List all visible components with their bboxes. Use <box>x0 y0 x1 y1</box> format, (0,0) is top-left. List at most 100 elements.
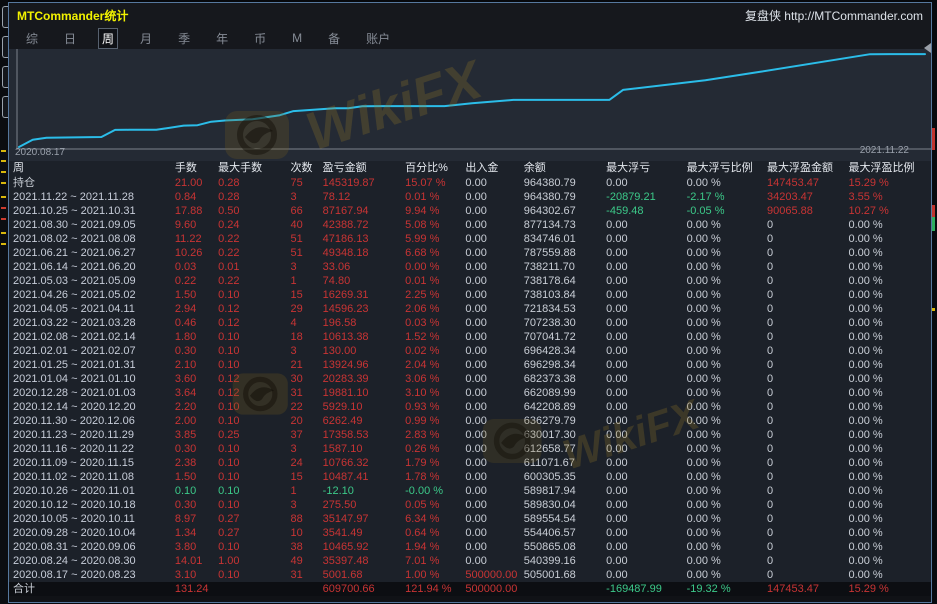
column-header[interactable]: 最大浮盈金额 <box>765 161 846 176</box>
menu-item-月[interactable]: 月 <box>137 29 155 48</box>
background-left-strip <box>0 0 8 604</box>
table-cell: 2021.08.02 ~ 2021.08.08 <box>9 232 173 246</box>
table-cell: 2.20 <box>173 400 216 414</box>
menu-item-综[interactable]: 综 <box>23 29 41 48</box>
table-cell: 0 <box>765 218 846 232</box>
table-cell: 0.00 <box>604 484 684 498</box>
column-header[interactable]: 周 <box>9 161 173 176</box>
table-row[interactable]: 2020.11.09 ~ 2020.11.152.380.102410766.3… <box>9 456 931 470</box>
table-row[interactable]: 2020.10.12 ~ 2020.10.180.300.103275.500.… <box>9 498 931 512</box>
chart-end-date: 2021.11.22 <box>860 145 909 156</box>
menu-item-备[interactable]: 备 <box>325 29 343 48</box>
table-cell: 0.00 % <box>846 540 931 554</box>
table-row[interactable]: 2021.02.08 ~ 2021.02.141.800.101810613.3… <box>9 330 931 344</box>
column-header[interactable]: 最大手数 <box>216 161 288 176</box>
column-header[interactable]: 盈亏金额 <box>321 161 403 176</box>
table-row[interactable]: 2021.01.04 ~ 2021.01.103.600.123020283.3… <box>9 372 931 386</box>
table-cell: 0.00 % <box>846 260 931 274</box>
table-cell: 964380.79 <box>522 190 604 204</box>
menu-item-周[interactable]: 周 <box>99 29 117 48</box>
table-cell: 1.78 % <box>403 470 463 484</box>
table-row[interactable]: 2020.11.02 ~ 2020.11.081.500.101510487.4… <box>9 470 931 484</box>
table-cell: 0.00 <box>604 288 684 302</box>
table-cell: 611071.67 <box>522 456 604 470</box>
table-row[interactable]: 2020.08.24 ~ 2020.08.3014.011.004935397.… <box>9 554 931 568</box>
table-row[interactable]: 2020.12.14 ~ 2020.12.202.200.10225929.10… <box>9 400 931 414</box>
table-cell: 0.00 % <box>846 428 931 442</box>
table-row[interactable]: 2021.11.22 ~ 2021.11.280.840.28378.120.0… <box>9 190 931 204</box>
table-cell: 0.00 <box>604 246 684 260</box>
table-row[interactable]: 2020.10.26 ~ 2020.11.010.100.101-12.10-0… <box>9 484 931 498</box>
table-cell: 550865.08 <box>522 540 604 554</box>
column-header[interactable]: 最大浮盈比例 <box>846 161 931 176</box>
table-cell: 0 <box>765 316 846 330</box>
menu-item-账户[interactable]: 账户 <box>363 29 393 48</box>
column-header[interactable]: 出入金 <box>463 161 521 176</box>
menu-item-币[interactable]: 币 <box>251 29 269 48</box>
table-cell: 3 <box>289 260 321 274</box>
table-cell: 0.00 <box>604 358 684 372</box>
table-cell: 0.00 % <box>846 302 931 316</box>
menu-item-年[interactable]: 年 <box>213 29 231 48</box>
table-row[interactable]: 2021.08.30 ~ 2021.09.059.600.244042388.7… <box>9 218 931 232</box>
table-row[interactable]: 2020.12.28 ~ 2021.01.033.640.123119881.1… <box>9 386 931 400</box>
table-cell: 0.00 % <box>685 540 765 554</box>
table-cell: 662089.99 <box>522 386 604 400</box>
table-row[interactable]: 2021.04.05 ~ 2021.04.112.940.122914596.2… <box>9 302 931 316</box>
table-cell: 500000.00 <box>463 582 521 596</box>
table-cell: 0 <box>765 554 846 568</box>
table-cell: 0.00 <box>604 428 684 442</box>
column-header[interactable]: 最大浮亏 <box>604 161 684 176</box>
scroll-arrow-icon[interactable] <box>924 43 931 53</box>
table-row[interactable]: 2020.09.28 ~ 2020.10.041.340.27103541.49… <box>9 526 931 540</box>
table-row[interactable]: 2021.02.01 ~ 2021.02.070.300.103130.000.… <box>9 344 931 358</box>
brand-link[interactable]: 复盘侠 http://MTCommander.com <box>745 7 923 24</box>
table-cell: 31 <box>289 386 321 400</box>
table-cell: 2.10 <box>173 358 216 372</box>
table-cell: 0.00 <box>604 274 684 288</box>
column-header[interactable]: 余额 <box>522 161 604 176</box>
menu-item-M[interactable]: M <box>289 30 305 46</box>
menu-item-季[interactable]: 季 <box>175 29 193 48</box>
table-row[interactable]: 2021.03.22 ~ 2021.03.280.460.124196.580.… <box>9 316 931 330</box>
table-row[interactable]: 持仓21.000.2875145319.8715.07 %0.00964380.… <box>9 176 931 190</box>
table-total-row[interactable]: 合计131.24609700.66121.94 %500000.00-16948… <box>9 582 931 596</box>
table-cell: 0.00 % <box>685 568 765 582</box>
table-cell: 0.00 % <box>846 344 931 358</box>
table-row[interactable]: 2021.06.14 ~ 2021.06.200.030.01333.060.0… <box>9 260 931 274</box>
column-header[interactable]: 手数 <box>173 161 216 176</box>
table-row[interactable]: 2021.05.03 ~ 2021.05.090.220.22174.800.0… <box>9 274 931 288</box>
table-row[interactable]: 2021.10.25 ~ 2021.10.3117.880.506687167.… <box>9 204 931 218</box>
column-header[interactable]: 次数 <box>289 161 321 176</box>
table-row[interactable]: 2020.11.16 ~ 2020.11.220.300.1031587.100… <box>9 442 931 456</box>
table-cell: 0.00 % <box>403 260 463 274</box>
table-cell: 0.00 <box>463 316 521 330</box>
column-header[interactable]: 最大浮亏比例 <box>685 161 765 176</box>
table-cell: 37 <box>289 428 321 442</box>
table-cell: 0.24 <box>216 218 288 232</box>
table-cell: 0.28 <box>216 190 288 204</box>
table-row[interactable]: 2021.06.21 ~ 2021.06.2710.260.225149348.… <box>9 246 931 260</box>
table-cell: 0.00 <box>463 372 521 386</box>
table-cell: 47186.13 <box>321 232 403 246</box>
table-cell: 2020.08.24 ~ 2020.08.30 <box>9 554 173 568</box>
table-cell: 24 <box>289 456 321 470</box>
table-cell: 131.24 <box>173 582 216 596</box>
table-cell: 738103.84 <box>522 288 604 302</box>
table-row[interactable]: 2021.01.25 ~ 2021.01.312.100.102113924.9… <box>9 358 931 372</box>
table-row[interactable]: 2020.08.31 ~ 2020.09.063.800.103810465.9… <box>9 540 931 554</box>
menu-item-日[interactable]: 日 <box>61 29 79 48</box>
table-row[interactable]: 2021.08.02 ~ 2021.08.0811.220.225147186.… <box>9 232 931 246</box>
table-cell: 0 <box>765 372 846 386</box>
table-row[interactable]: 2020.08.17 ~ 2020.08.233.100.10315001.68… <box>9 568 931 582</box>
table-row[interactable]: 2020.10.05 ~ 2020.10.118.970.278835147.9… <box>9 512 931 526</box>
table-cell: 0.00 <box>463 498 521 512</box>
table-row[interactable]: 2020.11.23 ~ 2020.11.293.850.253717358.5… <box>9 428 931 442</box>
table-cell: 3.55 % <box>846 190 931 204</box>
table-cell: 0.00 <box>604 470 684 484</box>
table-row[interactable]: 2021.04.26 ~ 2021.05.021.500.101516269.3… <box>9 288 931 302</box>
table-cell: 16269.31 <box>321 288 403 302</box>
table-row[interactable]: 2020.11.30 ~ 2020.12.062.000.10206262.49… <box>9 414 931 428</box>
column-header[interactable]: 百分比% <box>403 161 463 176</box>
table-cell: 0.00 <box>463 190 521 204</box>
